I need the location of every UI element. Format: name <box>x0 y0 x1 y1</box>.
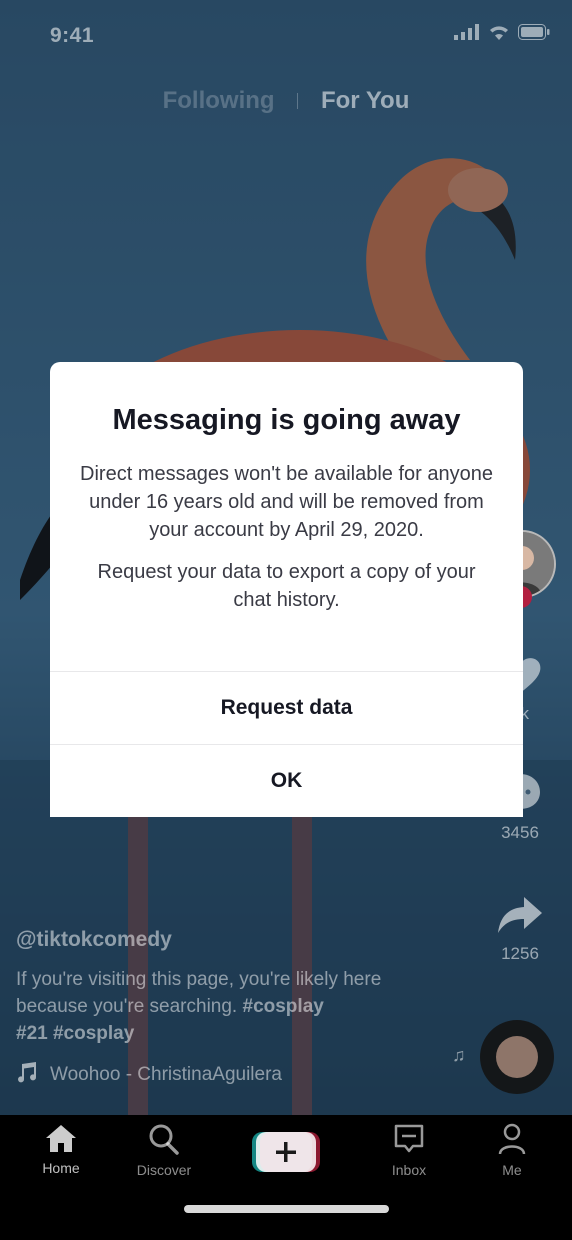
status-bar: 9:41 <box>0 0 572 72</box>
profile-icon <box>497 1123 527 1158</box>
hashtag-line[interactable]: #21 #cosplay <box>16 1023 134 1044</box>
share-action[interactable]: 1256 <box>484 895 556 964</box>
share-count: 1256 <box>501 944 539 963</box>
messaging-dialog: Messaging is going away Direct messages … <box>50 362 523 817</box>
floating-note-icon: ♫ <box>452 1045 466 1065</box>
status-icons <box>454 24 550 45</box>
nav-me[interactable]: Me <box>472 1123 552 1178</box>
creator-username[interactable]: @tiktokcomedy <box>16 928 456 952</box>
hashtag-cosplay[interactable]: #cosplay <box>243 996 324 1017</box>
comment-count: 3456 <box>501 823 539 842</box>
feed-tabs: Following For You <box>0 86 572 115</box>
dialog-instruction: Request your data to export a copy of yo… <box>97 561 476 611</box>
dialog-title: Messaging is going away <box>112 404 461 436</box>
nav-inbox[interactable]: Inbox <box>369 1123 449 1178</box>
music-disc[interactable] <box>480 1020 554 1094</box>
music-row[interactable]: Woohoo - ChristinaAguilera <box>16 1061 456 1089</box>
bottom-nav: Home Discover Inbox Me <box>0 1115 572 1240</box>
nav-home-label: Home <box>42 1160 80 1176</box>
share-arrow-icon <box>496 897 544 939</box>
ok-button[interactable]: OK <box>50 744 523 817</box>
music-note-icon <box>16 1061 38 1089</box>
caption-body: If you're visiting this page, you're lik… <box>16 969 382 1017</box>
search-icon <box>147 1124 181 1158</box>
tab-following[interactable]: Following <box>163 87 275 115</box>
nav-inbox-label: Inbox <box>391 1162 427 1178</box>
home-icon <box>44 1125 78 1156</box>
plus-icon <box>252 1132 320 1172</box>
create-video-button[interactable] <box>252 1130 320 1174</box>
battery-icon <box>518 24 550 45</box>
tab-divider <box>297 92 299 109</box>
caption-text: If you're visiting this page, you're lik… <box>16 966 456 1047</box>
signal-icon <box>454 24 480 45</box>
dialog-body: Direct messages won't be available for a… <box>80 460 493 628</box>
status-time: 9:41 <box>50 24 95 47</box>
nav-home[interactable]: Home <box>21 1123 101 1176</box>
disc-cover <box>496 1036 538 1078</box>
tab-for-you[interactable]: For You <box>321 87 409 115</box>
nav-discover-label: Discover <box>136 1162 192 1178</box>
dialog-message: Direct messages won't be available for a… <box>80 463 493 541</box>
request-data-button[interactable]: Request data <box>50 671 523 744</box>
music-title: Woohoo - ChristinaAguilera <box>50 1064 282 1085</box>
screen: 9:41 Following For You 3k <box>0 0 572 1240</box>
home-indicator <box>184 1205 389 1213</box>
wifi-icon <box>488 24 510 45</box>
nav-discover[interactable]: Discover <box>124 1123 204 1178</box>
nav-me-label: Me <box>502 1162 522 1178</box>
inbox-icon <box>393 1124 425 1158</box>
video-caption: @tiktokcomedy If you're visiting this pa… <box>16 928 456 1089</box>
